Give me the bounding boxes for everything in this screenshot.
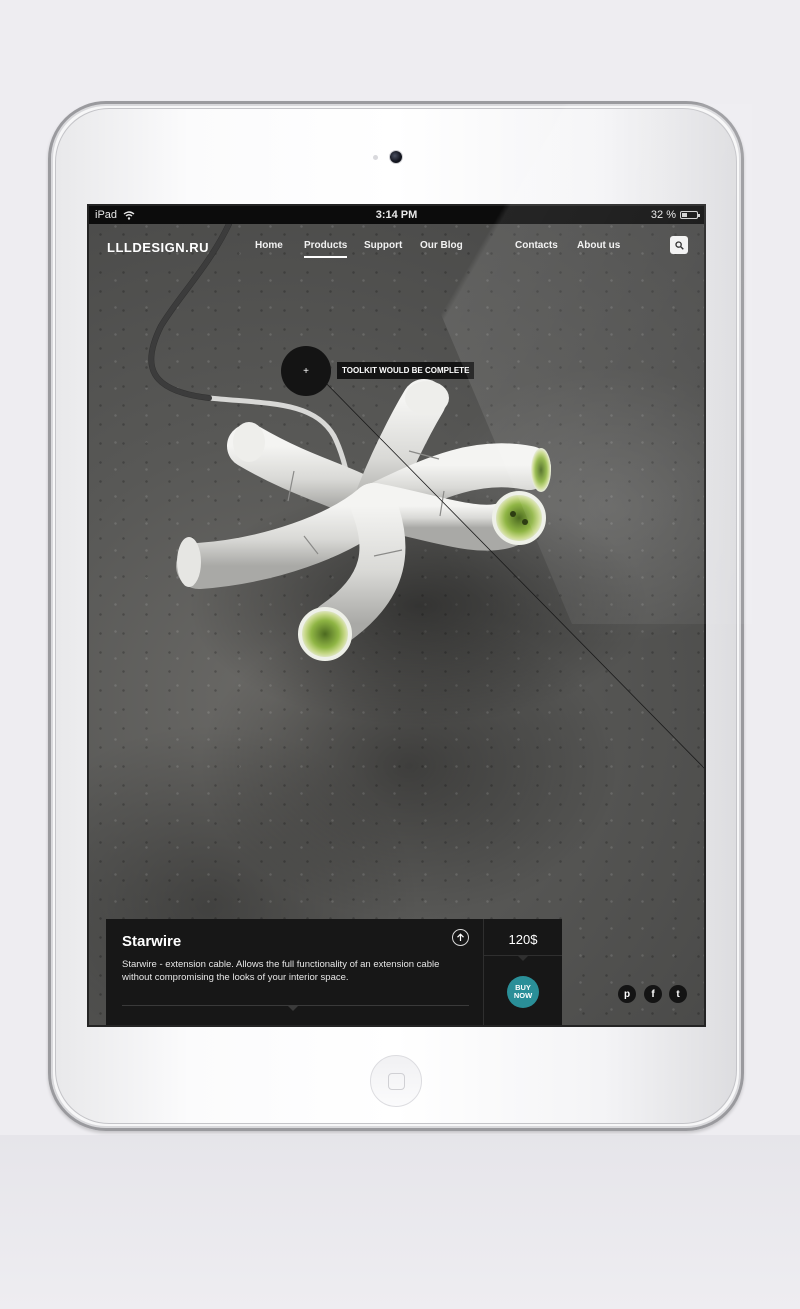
ios-status-bar: iPad 3:14 PM 32 % [89, 206, 704, 224]
hotspot-tooltip: TOOLKIT WOULD BE COMPLETE [337, 362, 475, 379]
status-time: 3:14 PM [375, 209, 418, 221]
site-logo[interactable]: LLLDESIGN.RU [107, 240, 209, 255]
nav-our-blog[interactable]: Our Blog [420, 240, 463, 251]
product-title: Starwire [122, 933, 182, 950]
search-button[interactable] [670, 236, 688, 254]
starwire-product-image [148, 221, 704, 769]
product-hotspot[interactable]: + [281, 346, 331, 396]
nav-support[interactable]: Support [364, 240, 402, 251]
twitter-icon[interactable]: t [669, 985, 687, 1003]
nav-about-us[interactable]: About us [577, 240, 620, 251]
nav-home[interactable]: Home [255, 240, 283, 251]
carrier-label: iPad [95, 209, 118, 221]
collapse-button[interactable] [452, 929, 469, 946]
buy-now-button[interactable]: BUY NOW [507, 976, 539, 1008]
battery-percent: 32 % [650, 209, 676, 221]
panel-caret [287, 1005, 299, 1011]
home-square-icon [388, 1073, 405, 1090]
front-camera [390, 151, 402, 163]
background-floor [0, 1135, 800, 1309]
pinterest-icon[interactable]: p [618, 985, 636, 1003]
home-button[interactable] [370, 1055, 422, 1107]
buy-label-line2: NOW [513, 991, 533, 1000]
product-info-panel: Starwire Starwire - extension cable. All… [106, 919, 483, 1025]
price-panel: 120$ BUY NOW [483, 919, 562, 1025]
arrow-up-icon [457, 933, 464, 941]
facebook-icon[interactable]: f [644, 985, 662, 1003]
nav-products[interactable]: Products [304, 240, 348, 258]
light-sensor [373, 155, 378, 160]
ipad-screen: iPad 3:14 PM 32 % LLLDESIGN.RU Home Prod… [87, 204, 706, 1027]
product-price: 120$ [508, 932, 538, 947]
search-icon [674, 240, 684, 250]
wifi-icon [123, 210, 135, 220]
price-caret [517, 955, 529, 961]
nav-contacts[interactable]: Contacts [515, 240, 558, 251]
product-description: Starwire - extension cable. Allows the f… [122, 959, 440, 983]
site-navbar: LLLDESIGN.RU Home Products Support Our B… [89, 224, 704, 270]
battery-icon [680, 211, 700, 219]
